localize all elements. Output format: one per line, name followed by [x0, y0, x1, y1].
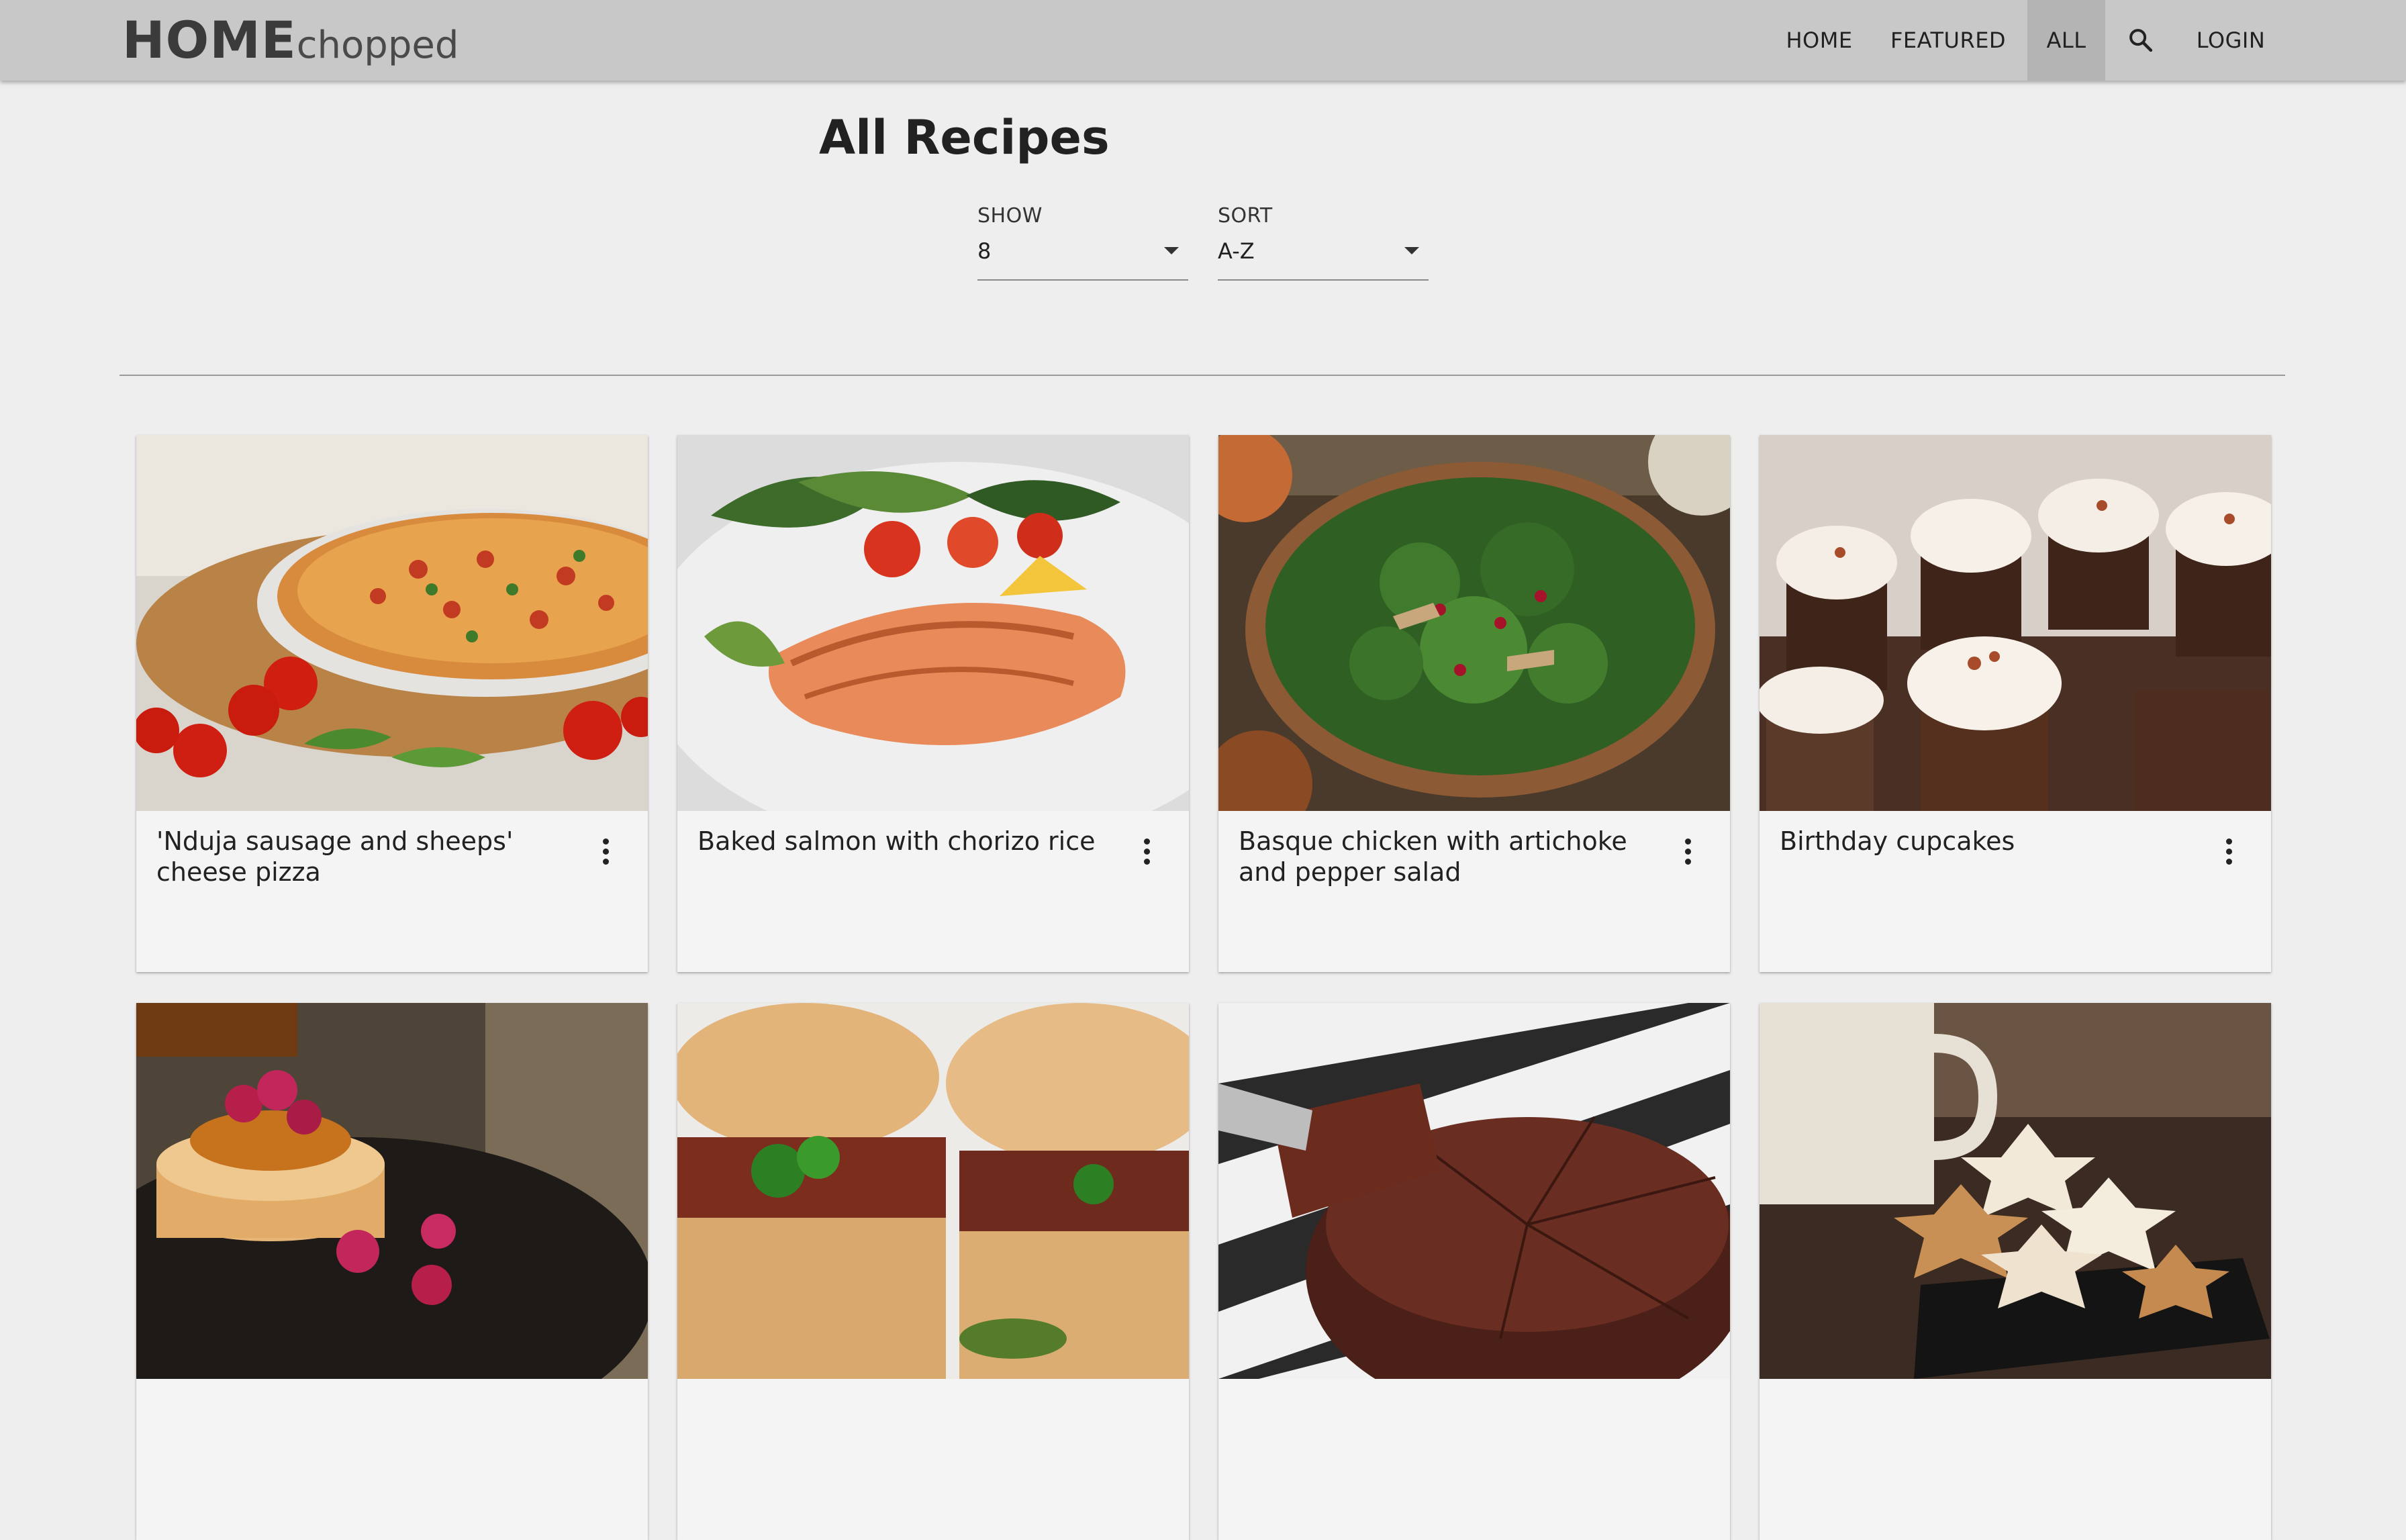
- sort-filter: SORT A-Z: [1218, 201, 1429, 282]
- app-bar: HOME chopped HOME FEATURED ALL LOGIN: [0, 0, 2406, 81]
- sort-label: SORT: [1218, 204, 1273, 228]
- recipe-card[interactable]: [1218, 1003, 1730, 1540]
- dropdown-arrow-icon: [1164, 247, 1179, 254]
- sort-value: A-Z: [1218, 238, 1255, 264]
- recipe-title: Birthday cupcakes: [1780, 826, 2015, 856]
- show-label: SHOW: [977, 204, 1043, 228]
- more-vert-icon[interactable]: [590, 831, 621, 871]
- recipe-title: Basque chicken with artichoke and pepper…: [1239, 826, 1627, 887]
- recipe-image: [1760, 1003, 2271, 1379]
- divider: [119, 375, 2285, 376]
- brand-chopped-text: chopped: [296, 23, 459, 67]
- brand-home-text: HOME: [122, 10, 297, 70]
- recipe-card[interactable]: [677, 1003, 1189, 1540]
- brand-logo[interactable]: HOME chopped: [122, 7, 459, 74]
- show-filter: SHOW 8: [977, 201, 1188, 282]
- recipe-title: Baked salmon with chorizo rice: [697, 826, 1096, 856]
- page-title: All Recipes: [819, 110, 1110, 165]
- recipe-image: [677, 435, 1189, 811]
- recipe-image: [677, 1003, 1189, 1379]
- nav-home[interactable]: HOME: [1772, 0, 1866, 81]
- recipe-card[interactable]: Basque chicken with artichoke and pepper…: [1218, 435, 1730, 972]
- show-value: 8: [977, 238, 992, 264]
- nav-login[interactable]: LOGIN: [2190, 0, 2272, 81]
- recipe-card[interactable]: [136, 1003, 648, 1540]
- recipe-card[interactable]: Baked salmon with chorizo rice: [677, 435, 1189, 972]
- sort-select[interactable]: A-Z: [1218, 231, 1429, 281]
- recipe-image: [1218, 435, 1730, 811]
- recipe-image: [1760, 435, 2271, 811]
- more-vert-icon[interactable]: [1672, 831, 1703, 871]
- more-vert-icon[interactable]: [2213, 831, 2244, 871]
- recipe-image: [136, 435, 648, 811]
- nav-featured[interactable]: FEATURED: [1886, 0, 2010, 81]
- recipe-title: 'Nduja sausage and sheeps' cheese pizza: [156, 826, 514, 887]
- show-select[interactable]: 8: [977, 231, 1188, 281]
- search-icon: [2129, 29, 2153, 52]
- recipe-image: [136, 1003, 648, 1379]
- nav-all[interactable]: ALL: [2027, 0, 2105, 81]
- dropdown-arrow-icon: [1404, 247, 1419, 254]
- recipe-card[interactable]: Birthday cupcakes: [1760, 435, 2271, 972]
- more-vert-icon[interactable]: [1131, 831, 1162, 871]
- recipe-card[interactable]: [1760, 1003, 2271, 1540]
- recipe-image: [1218, 1003, 1730, 1379]
- recipe-card[interactable]: 'Nduja sausage and sheeps' cheese pizza: [136, 435, 648, 972]
- search-button[interactable]: [2105, 0, 2176, 81]
